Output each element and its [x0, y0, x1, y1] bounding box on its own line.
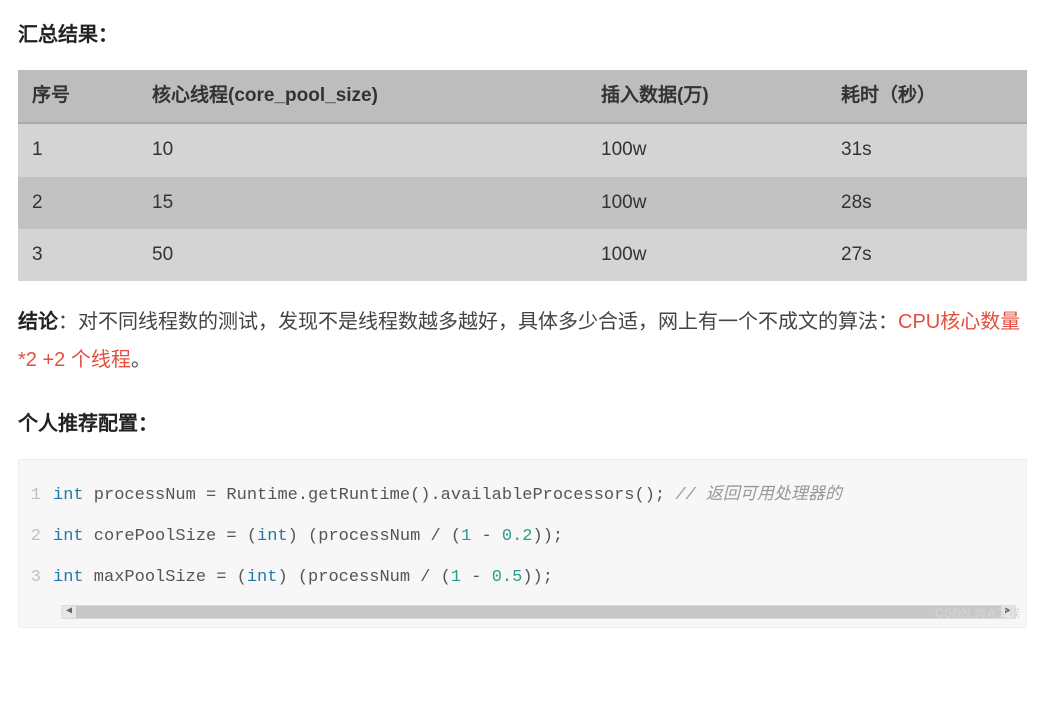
code-token-num: 0.2 [502, 527, 533, 546]
code-token-kw: int [247, 568, 278, 587]
code-token-kw: int [257, 527, 288, 546]
code-token-plain: processNum = Runtime.getRuntime().availa… [84, 486, 676, 505]
table-cell: 28s [827, 177, 1027, 229]
code-block: 1int processNum = Runtime.getRuntime().a… [18, 459, 1027, 627]
summary-heading: 汇总结果： [18, 18, 1027, 52]
code-token-num: 1 [461, 527, 471, 546]
table-row: 215100w28s [18, 177, 1027, 229]
scrollbar-wrap: ◀ ▶ [19, 605, 1026, 627]
table-cell: 2 [18, 177, 138, 229]
conclusion-before: ：对不同线程数的测试，发现不是线程数越多越好，具体多少合适，网上有一个不成文的算… [58, 311, 898, 333]
code-line: 2int corePoolSize = (int) (processNum / … [19, 517, 1026, 558]
conclusion-paragraph: 结论：对不同线程数的测试，发现不是线程数越多越好，具体多少合适，网上有一个不成文… [18, 303, 1027, 379]
table-cell: 10 [138, 123, 587, 176]
code-line: 1int processNum = Runtime.getRuntime().a… [19, 476, 1026, 517]
watermark: CSDN @A尘埃 [935, 603, 1021, 623]
table-cell: 100w [587, 177, 827, 229]
conclusion-label: 结论 [18, 311, 58, 333]
th-core: 核心线程(core_pool_size) [138, 70, 587, 123]
code-token-plain: ) (processNum / ( [288, 527, 461, 546]
code-token-plain: corePoolSize = ( [84, 527, 257, 546]
th-seq: 序号 [18, 70, 138, 123]
code-token-plain: maxPoolSize = ( [84, 568, 247, 587]
summary-table: 序号 核心线程(core_pool_size) 插入数据(万) 耗时（秒） 11… [18, 70, 1027, 281]
code-token-kw: int [53, 527, 84, 546]
code-token-plain: - [471, 527, 502, 546]
th-insert: 插入数据(万) [587, 70, 827, 123]
code-content: int maxPoolSize = (int) (processNum / (1… [53, 558, 553, 599]
table-cell: 1 [18, 123, 138, 176]
th-time: 耗时（秒） [827, 70, 1027, 123]
code-token-kw: int [53, 568, 84, 587]
conclusion-after: 。 [131, 349, 151, 371]
code-token-plain: - [461, 568, 492, 587]
table-header-row: 序号 核心线程(core_pool_size) 插入数据(万) 耗时（秒） [18, 70, 1027, 123]
code-content: int processNum = Runtime.getRuntime().av… [53, 476, 842, 517]
table-cell: 31s [827, 123, 1027, 176]
config-heading: 个人推荐配置： [18, 407, 1027, 441]
code-lines[interactable]: 1int processNum = Runtime.getRuntime().a… [19, 472, 1026, 604]
horizontal-scrollbar[interactable]: ◀ ▶ [61, 605, 1016, 619]
table-cell: 100w [587, 123, 827, 176]
code-token-kw: int [53, 486, 84, 505]
table-cell: 3 [18, 229, 138, 281]
table-cell: 100w [587, 229, 827, 281]
table-cell: 27s [827, 229, 1027, 281]
code-token-plain: )); [533, 527, 564, 546]
code-line: 3int maxPoolSize = (int) (processNum / (… [19, 558, 1026, 599]
code-content: int corePoolSize = (int) (processNum / (… [53, 517, 563, 558]
code-token-comment: // 返回可用处理器的 [675, 486, 842, 505]
table-cell: 15 [138, 177, 587, 229]
line-number: 2 [19, 517, 53, 558]
table-cell: 50 [138, 229, 587, 281]
code-token-num: 0.5 [492, 568, 523, 587]
scrollbar-thumb[interactable] [76, 606, 1001, 618]
table-row: 350100w27s [18, 229, 1027, 281]
code-token-num: 1 [451, 568, 461, 587]
line-number: 1 [19, 476, 53, 517]
code-token-plain: )); [522, 568, 553, 587]
scroll-left-icon[interactable]: ◀ [62, 606, 76, 618]
line-number: 3 [19, 558, 53, 599]
table-row: 110100w31s [18, 123, 1027, 176]
code-token-plain: ) (processNum / ( [277, 568, 450, 587]
